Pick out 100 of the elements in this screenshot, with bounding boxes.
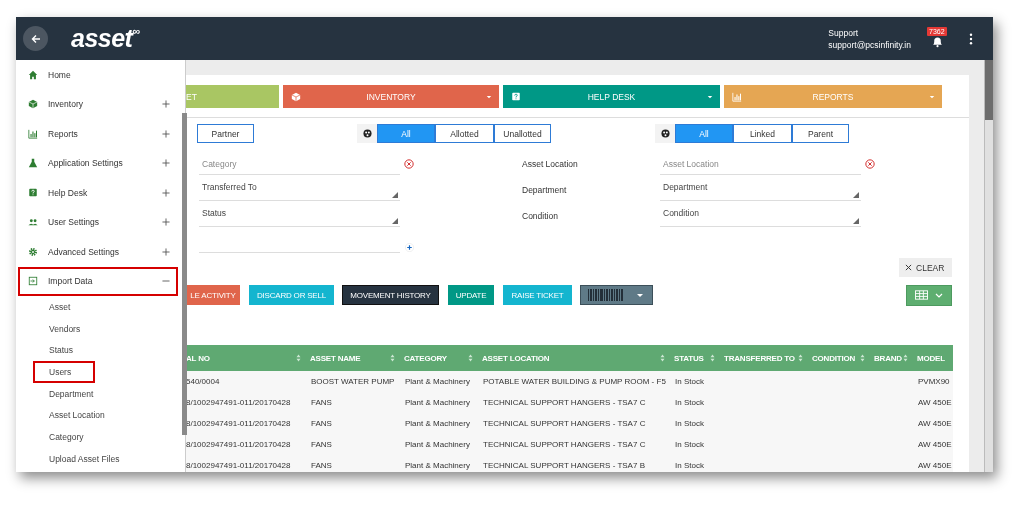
action-button[interactable]: MOVEMENT HISTORY	[342, 285, 439, 305]
select-field[interactable]: Status	[199, 205, 400, 227]
sidebar-subitem[interactable]: Category	[33, 425, 100, 448]
table-cell: In Stock	[675, 377, 704, 386]
sidebar-subitem[interactable]: Vendors	[33, 317, 97, 340]
segment-button[interactable]: Allotted	[435, 124, 494, 143]
sort-icon[interactable]	[390, 354, 395, 362]
sidebar-subitem[interactable]: Status	[33, 339, 90, 362]
grid-icon	[914, 290, 928, 300]
table-cell: FANS	[311, 419, 332, 428]
bar-chart-icon	[732, 91, 742, 102]
sidebar-item[interactable]: Inventory	[18, 89, 178, 119]
cube-icon	[28, 99, 38, 110]
plus-icon	[162, 100, 170, 109]
sort-icon[interactable]	[468, 354, 473, 362]
input-field[interactable]: Asset Location	[660, 154, 861, 174]
close-icon	[905, 264, 912, 271]
select-field[interactable]: Condition	[660, 205, 861, 227]
table-cell: FANS	[311, 440, 332, 449]
table-cell: In Stock	[675, 398, 704, 407]
filter-icon	[660, 129, 670, 138]
scrollbar-thumb[interactable]	[182, 113, 187, 435]
sidebar-subitem[interactable]: Department	[33, 382, 110, 405]
table-cell: FANS	[311, 461, 332, 470]
barcode-dropdown-button[interactable]	[580, 285, 653, 305]
select-field[interactable]: Department	[660, 179, 861, 201]
sidebar-subitem[interactable]: Users	[33, 360, 96, 383]
more-options-icon[interactable]	[969, 32, 973, 45]
table-cell: POTABLE WATER BUILDING & PUMP ROOM - F5	[483, 377, 666, 386]
cube-icon	[291, 91, 301, 102]
table-cell: 8/1002947491-011/20170428	[186, 461, 291, 470]
table-cell: Plant & Machinery	[405, 377, 470, 386]
table-cell: AW 450E	[918, 398, 952, 407]
sidebar-subitem[interactable]: Asset	[33, 295, 87, 318]
table-cell: Plant & Machinery	[405, 419, 470, 428]
filter-icon	[362, 129, 372, 138]
input-field[interactable]: Category	[199, 154, 400, 174]
table-cell: In Stock	[675, 440, 704, 449]
table-cell: In Stock	[675, 461, 704, 470]
sidebar-item[interactable]: Home	[18, 60, 178, 90]
notification-bell-icon[interactable]	[931, 34, 944, 48]
chevron-down-icon	[935, 292, 944, 298]
table-cell: Plant & Machinery	[405, 461, 470, 470]
sidebar-subitem[interactable]: Upload Asset Files	[33, 447, 136, 470]
clear-icon[interactable]	[404, 159, 414, 169]
sort-icon[interactable]	[860, 354, 865, 362]
action-button[interactable]: UPDATE	[448, 285, 494, 305]
resize-corner-icon	[853, 192, 859, 198]
flask-icon	[28, 158, 38, 169]
table-cell: TECHNICAL SUPPORT HANGERS - TSA7 C	[483, 419, 646, 428]
scrollbar-thumb[interactable]	[985, 60, 993, 120]
filter-icon-button[interactable]	[655, 124, 675, 143]
resize-corner-icon	[853, 218, 859, 224]
sidebar-item[interactable]: Import Data	[18, 266, 178, 296]
back-button[interactable]	[23, 26, 48, 51]
add-icon[interactable]	[405, 242, 414, 252]
sort-icon[interactable]	[710, 354, 715, 362]
table-cell: 8/1002947491-011/20170428	[186, 398, 291, 407]
help-icon	[28, 187, 38, 198]
segment-button[interactable]: Linked	[733, 124, 792, 143]
plus-icon	[162, 188, 170, 197]
table-cell: 8/1002947491-011/20170428	[186, 419, 291, 428]
filter-icon-button[interactable]	[357, 124, 377, 143]
sidebar-item[interactable]: Application Settings	[18, 148, 178, 178]
table-cell: PVMX90	[918, 377, 950, 386]
sort-icon[interactable]	[903, 354, 908, 362]
sidebar-item[interactable]: Help Desk	[18, 178, 178, 208]
table-cell: AW 450E	[918, 461, 952, 470]
table-cell: FANS	[311, 398, 332, 407]
sort-icon[interactable]	[798, 354, 803, 362]
users-icon	[28, 217, 38, 228]
clear-icon[interactable]	[865, 159, 875, 169]
segment-button[interactable]: Partner	[197, 124, 254, 143]
gear-icon	[28, 246, 38, 257]
sidebar-item[interactable]: User Settings	[18, 207, 178, 237]
user-email: support@pcsinfinity.in	[828, 38, 911, 51]
segment-button[interactable]: Parent	[792, 124, 849, 143]
plus-icon	[162, 129, 170, 138]
plus-icon	[162, 159, 170, 168]
clear-button[interactable]: CLEAR	[899, 258, 952, 277]
logo: asset$^{∞}$	[71, 26, 140, 51]
segment-button[interactable]: Unallotted	[494, 124, 551, 143]
sort-icon[interactable]	[296, 354, 301, 362]
plus-icon	[162, 247, 170, 256]
table-cell: 8/1002947491-011/20170428	[186, 440, 291, 449]
import-icon	[28, 276, 38, 287]
sidebar-subitem[interactable]: Asset Location	[33, 404, 121, 427]
sidebar-item[interactable]: Reports	[18, 119, 178, 149]
grid-view-button[interactable]	[906, 284, 952, 306]
table-cell: AW 450E	[918, 419, 952, 428]
home-icon	[28, 69, 38, 80]
table-cell: TECHNICAL SUPPORT HANGERS - TSA7 C	[483, 398, 646, 407]
help-icon	[511, 91, 521, 102]
sort-icon[interactable]	[660, 354, 665, 362]
module-button[interactable]: HELP DESK	[503, 85, 720, 108]
table-cell: AW 450E	[918, 440, 952, 449]
sidebar-item[interactable]: Advanced Settings	[18, 237, 178, 267]
table-cell: TECHNICAL SUPPORT HANGERS - TSA7 B	[483, 461, 645, 470]
select-field[interactable]: Transferred To	[199, 179, 400, 201]
table-cell: TECHNICAL SUPPORT HANGERS - TSA7 C	[483, 440, 646, 449]
